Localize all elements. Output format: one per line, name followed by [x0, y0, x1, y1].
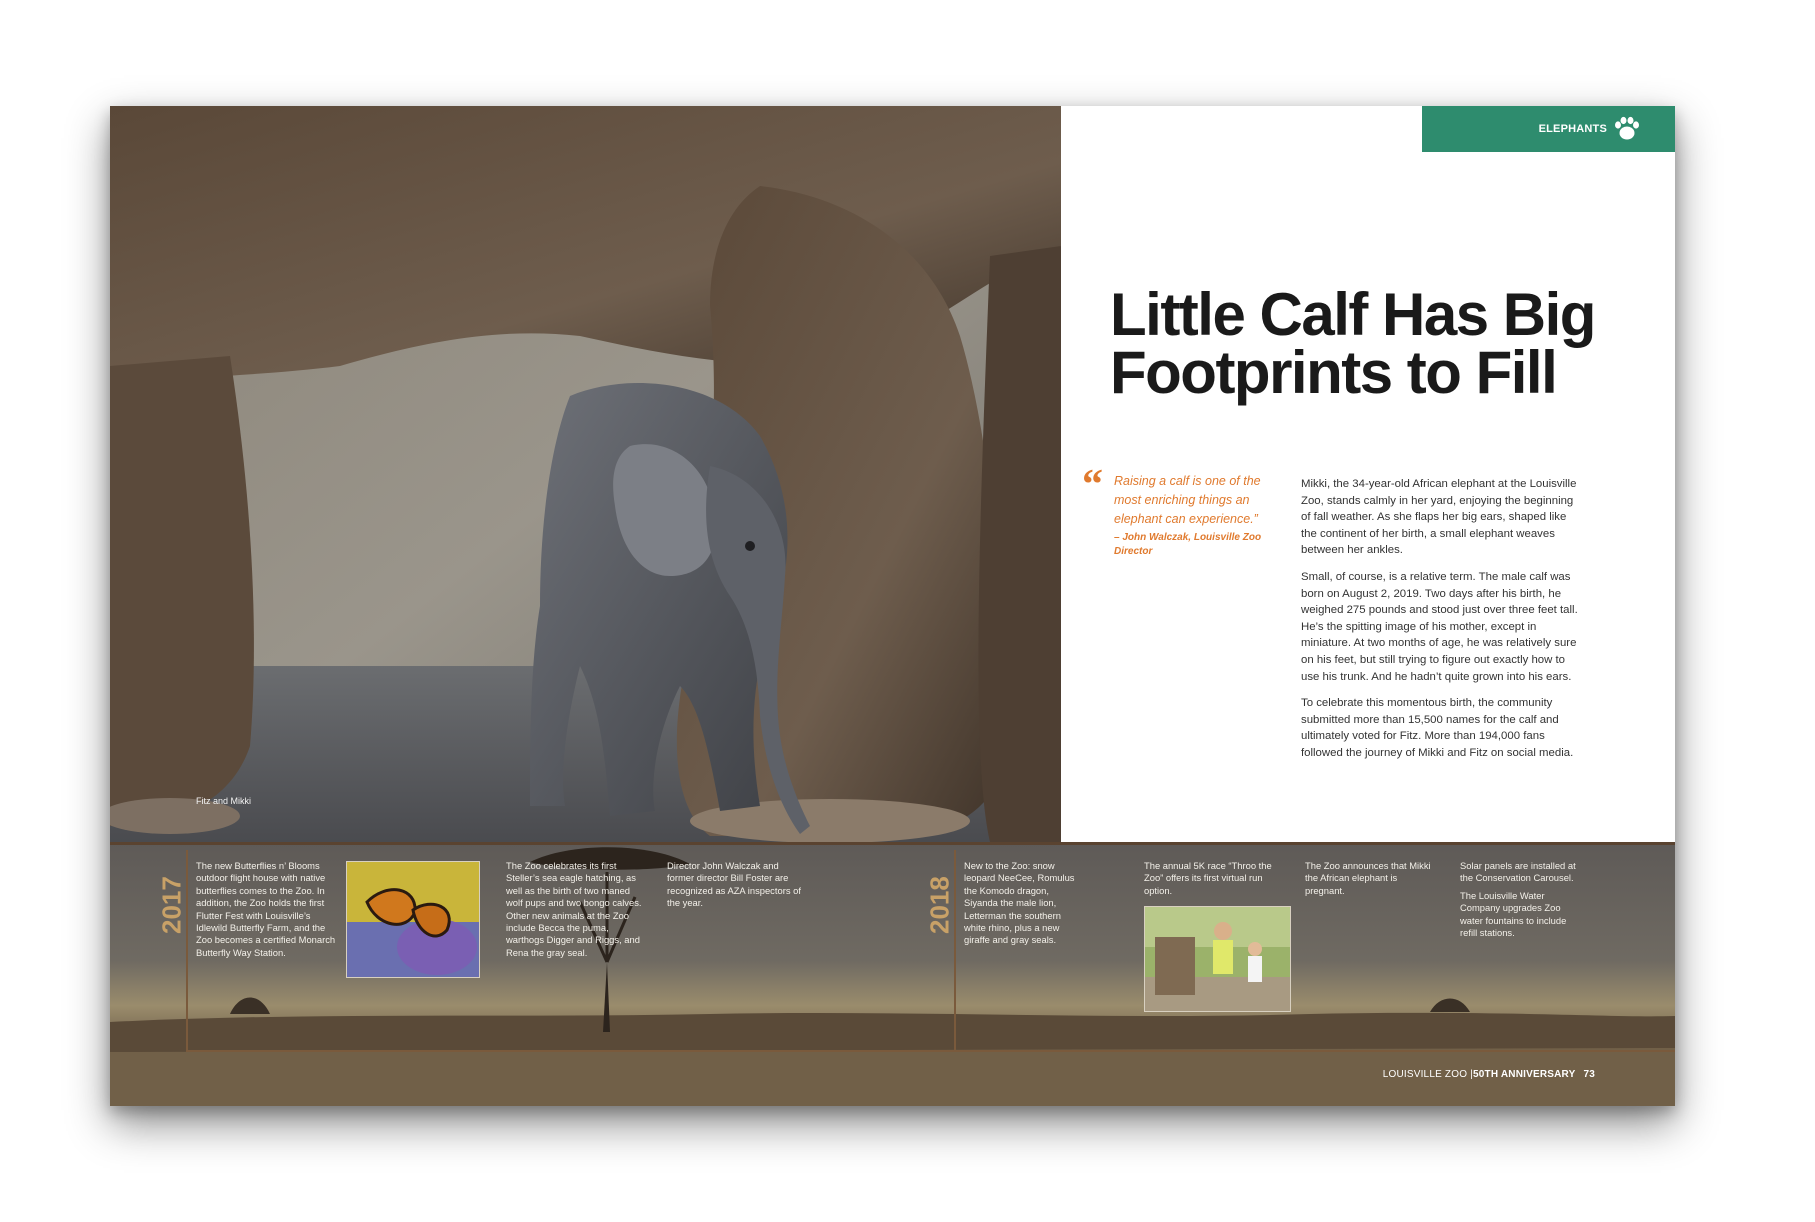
quote-attribution: – John Walczak, Louisville Zoo Director	[1114, 532, 1262, 557]
folio-anniversary: 50TH ANNIVERSARY	[1472, 1069, 1576, 1080]
timeline-entry: The Zoo announces that Mikki the African…	[1305, 860, 1431, 896]
page-number: 73	[1583, 1069, 1595, 1080]
timeline-entry: The Zoo celebrates its first Steller’s s…	[506, 860, 642, 958]
magazine-spread: Fitz and Mikki ELEPHANTS Little Calf Has…	[110, 106, 1675, 1106]
quote-mark-icon: “	[1082, 462, 1103, 508]
savanna-background	[110, 842, 1675, 1106]
timeline-entry: Director John Walczak and former directo…	[667, 860, 801, 909]
race-photo	[1144, 906, 1291, 1012]
timeline-divider	[186, 850, 188, 1052]
timeline-band: 2017 The new Butterflies n’ Blooms outdo…	[110, 842, 1675, 1106]
butterfly-photo	[346, 861, 480, 978]
timeline-entry: The Louisville Water Company upgrades Zo…	[1460, 889, 1567, 939]
quote-text: Raising a calf is one of the most enrich…	[1114, 474, 1261, 526]
folio-publication: LOUISVILLE ZOO |	[1382, 1069, 1473, 1080]
page-folio: LOUISVILLE ZOO |50TH ANNIVERSARY 73	[1383, 1069, 1595, 1080]
timeline-entry: The new Butterflies n’ Blooms outdoor fl…	[196, 860, 336, 958]
pull-quote: “ Raising a calf is one of the most enri…	[1082, 464, 1282, 559]
timeline-entry: The annual 5K race “Throo the Zoo” offer…	[1144, 860, 1272, 896]
body-paragraph: Small, of course, is a relative term. Th…	[1301, 570, 1578, 683]
timeline-entry-group: Solar panels are installed at the Conser…	[1460, 860, 1586, 944]
elephant-photo: Fitz and Mikki	[110, 106, 1061, 842]
article-headline: Little Calf Has Big Footprints to Fill	[1110, 281, 1596, 406]
timeline-entry: Solar panels are installed at the Conser…	[1460, 860, 1576, 884]
timeline-divider	[954, 850, 956, 1052]
article-body: Mikki, the 34-year-old African elephant …	[1301, 476, 1583, 772]
year-2017: 2017	[156, 876, 187, 934]
section-tab: ELEPHANTS	[1422, 106, 1675, 152]
section-label: ELEPHANTS	[1538, 123, 1607, 135]
timeline-top-rule	[110, 842, 1675, 845]
timeline-baseline	[954, 1050, 1675, 1052]
body-paragraph: Mikki, the 34-year-old African elephant …	[1301, 478, 1577, 557]
timeline-entry: New to the Zoo: snow leopard NeeCee, Rom…	[964, 860, 1075, 946]
timeline-baseline	[186, 1050, 986, 1052]
body-paragraph: To celebrate this momentous birth, the c…	[1301, 697, 1574, 759]
year-2018: 2018	[924, 876, 955, 934]
paw-icon	[1615, 116, 1639, 140]
photo-caption: Fitz and Mikki	[196, 796, 252, 806]
